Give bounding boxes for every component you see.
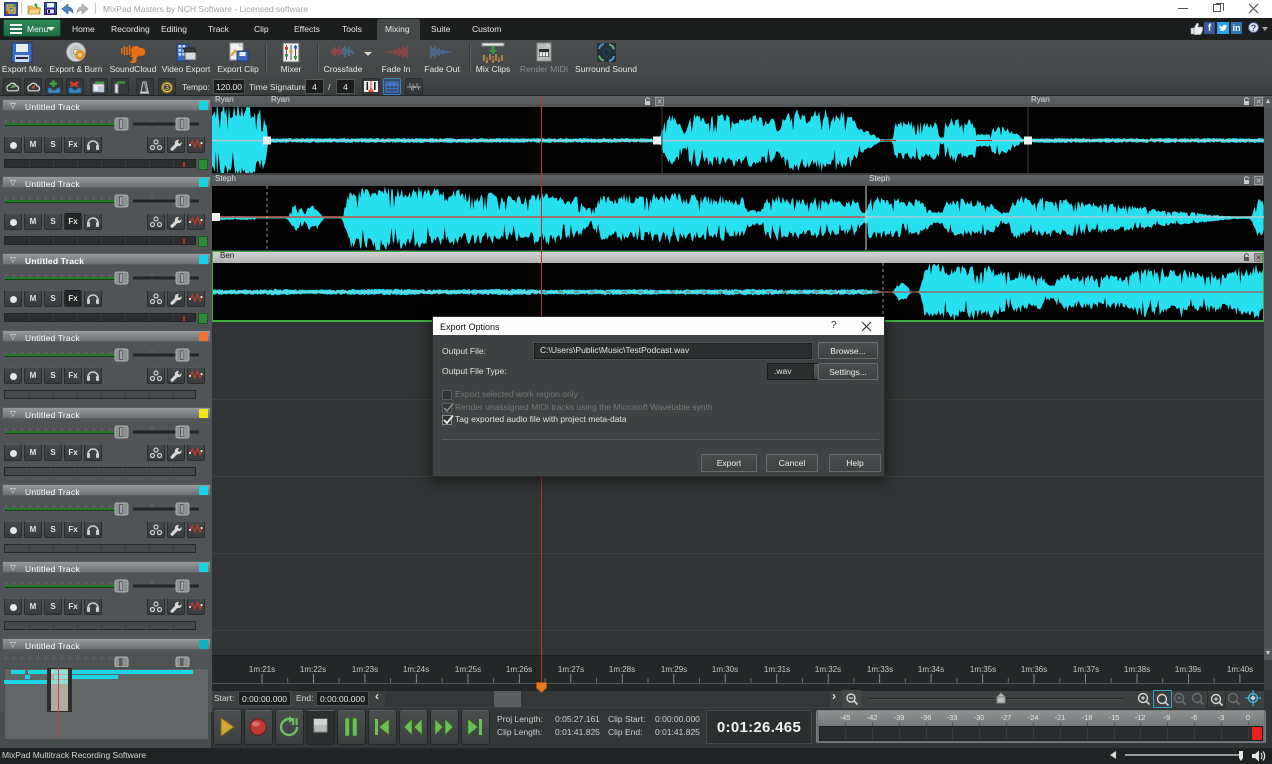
- svg-text:3: 3: [165, 85, 169, 92]
